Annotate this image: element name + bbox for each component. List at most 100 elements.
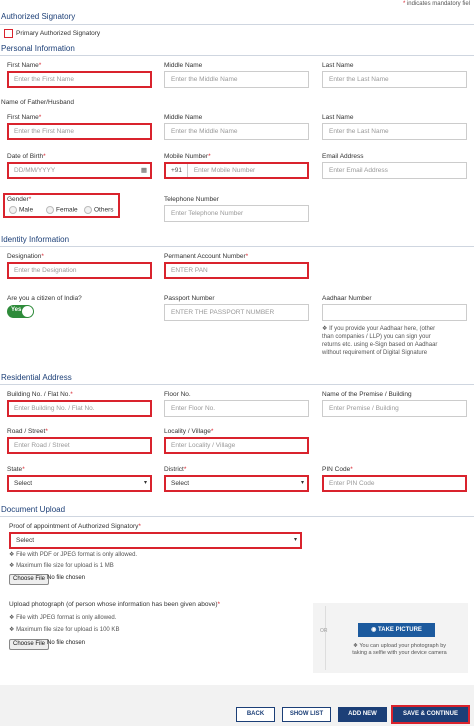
father-first-name-input[interactable]: Enter the First Name [7,123,152,140]
pin-label: PIN Code* [322,466,353,473]
proof-select[interactable]: Select ▾ [9,532,302,549]
divider [0,516,474,517]
camera-note: ❖ You can upload your photograph by taki… [352,643,447,656]
info-icon: ❖ [9,627,15,633]
divider [0,384,474,385]
photo-choose-file-button[interactable]: Choose File [9,639,50,650]
country-code: +91 [166,164,188,177]
gender-option-male[interactable]: Male [9,206,33,214]
radio-icon [84,206,92,214]
info-icon: ❖ [9,615,15,621]
district-label: District* [164,466,187,473]
section-title-identity: Identity Information [1,235,70,244]
mandatory-note: * indicates mandatory fiel [402,1,470,7]
aadhaar-input[interactable] [322,304,467,321]
proof-choose-file-button[interactable]: Choose File [9,574,50,585]
save-continue-button[interactable]: SAVE & CONTINUE [391,705,470,724]
info-icon: ❖ [9,563,15,569]
first-name-label: First Name* [7,62,42,69]
father-middle-name-label: Middle Name [164,114,203,121]
info-icon: ❖ [9,552,15,558]
citizen-toggle[interactable]: Yes [7,305,34,318]
proof-format-note: ❖ File with PDF or JPEG format is only a… [9,552,138,558]
proof-size-note: ❖ Maximum file size for upload is 1 MB [9,563,114,569]
toggle-knob [22,306,33,317]
divider [0,246,474,247]
primary-signatory-checkbox[interactable] [4,29,13,38]
passport-label: Passport Number [164,295,215,302]
telephone-input[interactable]: Enter Telephone Number [164,205,309,222]
telephone-label: Telephone Number [164,196,219,203]
first-name-input[interactable]: Enter the First Name [7,71,152,88]
aadhaar-label: Aadhaar Number [322,295,372,302]
section-title-document-upload: Document Upload [1,505,66,514]
divider [0,55,474,56]
info-icon: ❖ [322,326,328,332]
passport-input[interactable]: ENTER THE PASSPORT NUMBER [164,304,309,321]
district-select[interactable]: Select ▾ [164,475,309,492]
radio-icon [46,206,54,214]
pan-input[interactable]: ENTER PAN [164,262,309,279]
or-label: OR [320,628,328,634]
radio-icon [9,206,17,214]
pan-label: Permanent Account Number* [164,253,249,260]
gender-option-female[interactable]: Female [46,206,78,214]
father-last-name-input[interactable]: Enter the Last Name [322,123,467,140]
road-input[interactable]: Enter Road / Street [7,437,152,454]
floor-label: Floor No. [164,391,191,398]
citizen-label: Are you a citizen of India? [7,295,82,302]
pin-input[interactable]: Enter PIN Code [322,475,467,492]
father-middle-name-input[interactable]: Enter the Middle Name [164,123,309,140]
section-title-residential: Residential Address [1,373,72,382]
building-input[interactable]: Enter Building No. / Flat No. [7,400,152,417]
state-label: State* [7,466,25,473]
building-label: Building No. / Flat No.* [7,391,73,398]
calendar-icon[interactable]: ▦ [141,164,147,177]
email-input[interactable]: Enter Email Address [322,162,467,179]
or-divider [325,606,326,670]
dob-label: Date of Birth* [7,153,46,160]
info-icon: ❖ [352,643,358,649]
premise-input[interactable]: Enter Premise / Building [322,400,467,417]
gender-option-others[interactable]: Others [84,206,114,214]
father-husband-heading: Name of Father/Husband [1,99,74,106]
show-list-button[interactable]: SHOW LIST [282,707,331,722]
photo-label: Upload photograph (of person whose infor… [9,601,221,608]
mobile-input[interactable]: +91 Enter Mobile Number [164,162,309,179]
camera-panel [313,603,468,673]
designation-input[interactable]: Enter the Designation [7,262,152,279]
dropdown-arrow-icon: ▾ [300,480,304,486]
photo-format-note: ❖ File with JPEG format is only allowed. [9,615,117,621]
middle-name-input[interactable]: Enter the Middle Name [164,71,309,88]
aadhaar-note: ❖ If you provide your Aadhaar here, (oth… [322,326,438,356]
designation-label: Designation* [7,253,44,260]
locality-label: Locality / Village* [164,428,214,435]
proof-label: Proof of appointment of Authorized Signa… [9,523,141,530]
gender-label: Gender* [7,196,32,203]
father-last-name-label: Last Name [322,114,354,121]
floor-input[interactable]: Enter Floor No. [164,400,309,417]
last-name-input[interactable]: Enter the Last Name [322,71,467,88]
state-select[interactable]: Select ▾ [7,475,152,492]
camera-icon: ◉ [371,627,377,633]
father-first-name-label: First Name* [7,114,42,121]
locality-input[interactable]: Enter Locality / Village [164,437,309,454]
last-name-label: Last Name [322,62,354,69]
proof-file-status: No file chosen [47,575,86,581]
middle-name-label: Middle Name [164,62,203,69]
road-label: Road / Street* [7,428,48,435]
photo-file-status: No file chosen [47,640,86,646]
divider [0,24,474,25]
section-title-personal: Personal Information [1,44,75,53]
primary-signatory-label: Primary Authorized Signatory [16,30,101,37]
section-title-authorized-signatory: Authorized Signatory [1,12,76,21]
take-picture-button[interactable]: ◉ TAKE PICTURE [358,623,435,637]
dropdown-arrow-icon: ▾ [293,537,297,543]
back-button[interactable]: BACK [236,707,275,722]
add-new-button[interactable]: ADD NEW [338,707,387,722]
mobile-label: Mobile Number* [164,153,211,160]
photo-size-note: ❖ Maximum file size for upload is 100 KB [9,627,120,633]
dropdown-arrow-icon: ▾ [143,480,147,486]
email-label: Email Address [322,153,364,160]
dob-input[interactable]: DD/MM/YYYY ▦ [7,162,152,179]
